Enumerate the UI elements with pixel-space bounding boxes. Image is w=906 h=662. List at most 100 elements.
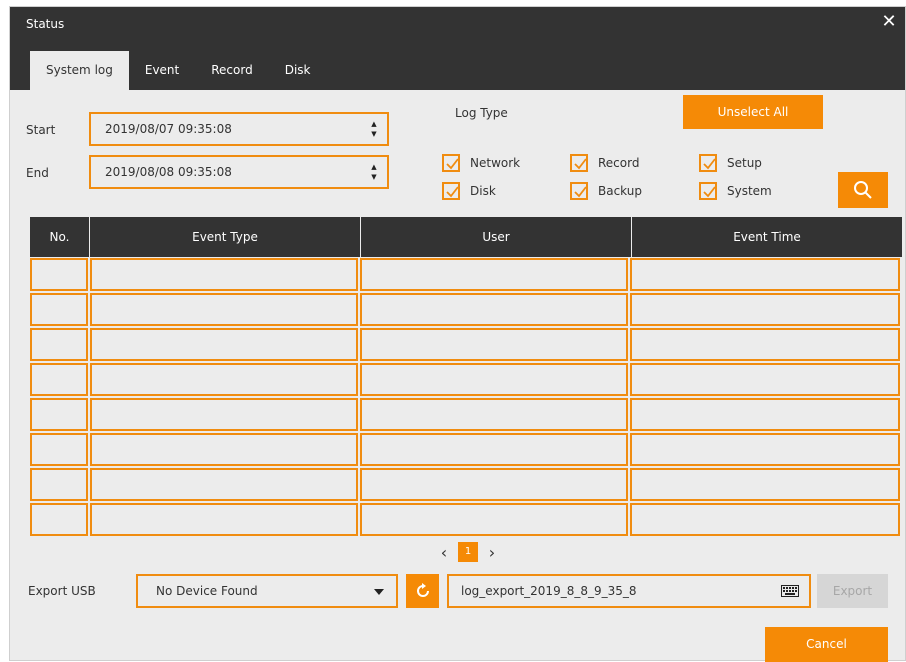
- cell-event-type: [90, 433, 358, 466]
- checkmark-icon: [699, 154, 717, 172]
- log-type-backup-label: Backup: [598, 184, 642, 198]
- end-date-spinner[interactable]: ▲ ▼: [369, 162, 379, 182]
- table-row[interactable]: [30, 503, 902, 537]
- checkmark-icon: [442, 182, 460, 200]
- table-row[interactable]: [30, 363, 902, 397]
- cell-event-type: [90, 503, 358, 536]
- start-date-value: 2019/08/07 09:35:08: [105, 122, 232, 136]
- log-type-record-label: Record: [598, 156, 640, 170]
- log-type-label: Log Type: [455, 106, 508, 120]
- cell-event-time: [630, 468, 900, 501]
- log-type-record-checkbox[interactable]: Record: [570, 152, 639, 174]
- cell-user: [360, 468, 628, 501]
- usb-device-select[interactable]: No Device Found: [136, 574, 398, 608]
- search-button[interactable]: [838, 172, 888, 208]
- cell-event-time: [630, 328, 900, 361]
- cell-no: [30, 433, 88, 466]
- cell-event-type: [90, 398, 358, 431]
- log-type-setup-checkbox[interactable]: Setup: [699, 152, 762, 174]
- cell-event-time: [630, 398, 900, 431]
- cell-event-time: [630, 293, 900, 326]
- cell-no: [30, 328, 88, 361]
- cancel-button[interactable]: Cancel: [765, 627, 888, 662]
- cell-no: [30, 398, 88, 431]
- column-user: User: [361, 217, 632, 257]
- end-date-field[interactable]: 2019/08/08 09:35:08 ▲ ▼: [89, 155, 389, 189]
- cell-user: [360, 258, 628, 291]
- table-row[interactable]: [30, 468, 902, 502]
- log-type-system-checkbox[interactable]: System: [699, 180, 772, 202]
- log-type-network-label: Network: [470, 156, 521, 170]
- cell-user: [360, 363, 628, 396]
- keyboard-icon[interactable]: [781, 585, 799, 597]
- checkmark-icon: [570, 182, 588, 200]
- unselect-all-button[interactable]: Unselect All: [683, 95, 823, 129]
- status-window: Status ✕ System log Event Record Disk St…: [9, 6, 906, 662]
- cell-event-time: [630, 363, 900, 396]
- log-type-disk-checkbox[interactable]: Disk: [442, 180, 496, 202]
- checkmark-icon: [570, 154, 588, 172]
- start-label: Start: [26, 123, 56, 137]
- prev-page-icon[interactable]: ‹: [436, 543, 452, 562]
- next-page-icon[interactable]: ›: [484, 543, 500, 562]
- column-event-type: Event Type: [90, 217, 361, 257]
- cell-user: [360, 398, 628, 431]
- export-button[interactable]: Export: [817, 574, 888, 608]
- checkmark-icon: [442, 154, 460, 172]
- cell-event-time: [630, 433, 900, 466]
- cell-user: [360, 503, 628, 536]
- table-header: No. Event Type User Event Time: [30, 217, 902, 257]
- tab-bar: System log Event Record Disk: [30, 51, 327, 90]
- column-event-time: Event Time: [733, 230, 801, 244]
- log-type-system-label: System: [727, 184, 772, 198]
- cell-event-type: [90, 258, 358, 291]
- cell-event-type: [90, 468, 358, 501]
- filename-field[interactable]: log_export_2019_8_8_9_35_8: [447, 574, 811, 608]
- cell-no: [30, 503, 88, 536]
- end-label: End: [26, 166, 49, 180]
- log-type-network-checkbox[interactable]: Network: [442, 152, 520, 174]
- end-date-value: 2019/08/08 09:35:08: [105, 165, 232, 179]
- cell-event-time: [630, 503, 900, 536]
- refresh-button[interactable]: [406, 574, 439, 608]
- export-usb-label: Export USB: [28, 584, 96, 598]
- cell-no: [30, 258, 88, 291]
- start-date-field[interactable]: 2019/08/07 09:35:08 ▲ ▼: [89, 112, 389, 146]
- cell-event-time: [630, 258, 900, 291]
- cell-event-type: [90, 328, 358, 361]
- cell-user: [360, 433, 628, 466]
- log-type-backup-checkbox[interactable]: Backup: [570, 180, 642, 202]
- refresh-icon: [416, 583, 429, 597]
- log-table: No. Event Type User Event Time: [30, 217, 902, 537]
- table-row[interactable]: [30, 433, 902, 467]
- close-icon[interactable]: ✕: [879, 12, 899, 32]
- table-row[interactable]: [30, 258, 902, 292]
- usb-device-value: No Device Found: [156, 584, 258, 598]
- start-date-spinner[interactable]: ▲ ▼: [369, 119, 379, 139]
- cell-event-type: [90, 363, 358, 396]
- tab-record[interactable]: Record: [195, 51, 268, 90]
- search-icon: [854, 181, 872, 199]
- chevron-down-icon: [374, 589, 384, 595]
- checkmark-icon: [699, 182, 717, 200]
- cell-event-type: [90, 293, 358, 326]
- page-1-button[interactable]: 1: [458, 542, 478, 562]
- tab-system-log[interactable]: System log: [30, 51, 129, 90]
- window-title: Status: [26, 17, 65, 31]
- tab-event[interactable]: Event: [129, 51, 195, 90]
- table-row[interactable]: [30, 328, 902, 362]
- filename-value: log_export_2019_8_8_9_35_8: [461, 584, 637, 598]
- table-row[interactable]: [30, 398, 902, 432]
- cell-no: [30, 468, 88, 501]
- log-type-setup-label: Setup: [727, 156, 762, 170]
- column-no: No.: [30, 217, 90, 257]
- tab-disk[interactable]: Disk: [269, 51, 327, 90]
- pagination: ‹ 1 ›: [436, 542, 500, 562]
- title-bar: Status ✕ System log Event Record Disk: [10, 7, 905, 90]
- cell-user: [360, 293, 628, 326]
- table-row[interactable]: [30, 293, 902, 327]
- cell-no: [30, 293, 88, 326]
- cell-user: [360, 328, 628, 361]
- log-type-disk-label: Disk: [470, 184, 496, 198]
- cell-no: [30, 363, 88, 396]
